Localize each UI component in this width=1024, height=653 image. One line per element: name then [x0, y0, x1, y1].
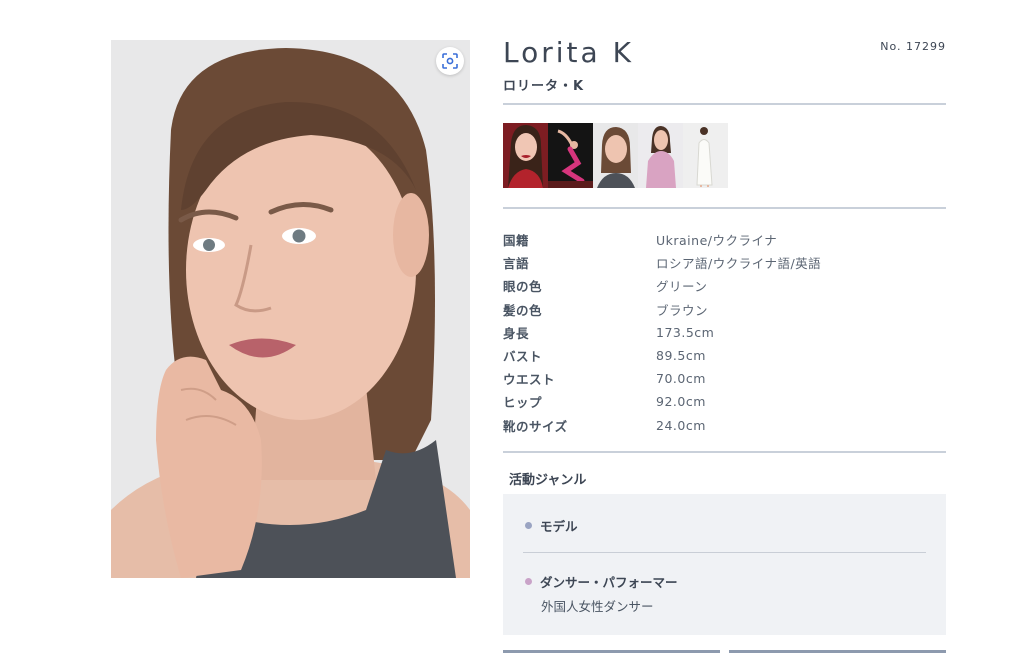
- profile-value: 70.0cm: [656, 371, 706, 387]
- thumbnail-1[interactable]: [503, 123, 548, 188]
- genre-label: モデル: [540, 519, 578, 534]
- profile-label: 言語: [503, 256, 530, 272]
- model-number: No. 17299: [880, 40, 946, 53]
- thumbnail-3[interactable]: [593, 123, 638, 188]
- profile-label: 髪の色: [503, 302, 543, 318]
- profile-row-waist: ウエスト 70.0cm: [503, 367, 946, 390]
- divider-top: [503, 103, 946, 105]
- profile-value: ブラウン: [656, 302, 709, 318]
- thumbnail-2[interactable]: [548, 123, 593, 188]
- profile-label: 国籍: [503, 233, 530, 249]
- profile-label: 身長: [503, 325, 530, 341]
- portrait-illustration: [111, 40, 470, 578]
- thumbnail-5[interactable]: [683, 123, 728, 188]
- profile-row-hip: ヒップ 92.0cm: [503, 390, 946, 413]
- profile-value: ロシア語/ウクライナ語/英語: [656, 256, 822, 272]
- profile-row-hair-color: 髪の色 ブラウン: [503, 298, 946, 321]
- model-name-japanese: ロリータ・K: [503, 79, 585, 94]
- profile-value: 173.5cm: [656, 324, 715, 340]
- thumbnail-gallery: [503, 123, 728, 188]
- profile-label: ウエスト: [503, 372, 556, 388]
- profile-row-height: 身長 173.5cm: [503, 321, 946, 344]
- profile-row-language: 言語 ロシア語/ウクライナ語/英語: [503, 251, 946, 274]
- profile-label: ヒップ: [503, 395, 543, 411]
- bullet-dot-icon: [525, 578, 532, 585]
- profile-row-nationality: 国籍 Ukraine/ウクライナ: [503, 228, 946, 251]
- genre-item-model[interactable]: モデル: [525, 516, 578, 535]
- profile-value: 89.5cm: [656, 348, 706, 364]
- model-name-english: Lorita K: [503, 36, 634, 69]
- divider-thumbs: [503, 207, 946, 209]
- model-profile-page: Lorita K ロリータ・K No. 17299 国籍 Ukraine/ウクラ…: [0, 0, 1024, 653]
- focus-scan-icon: [442, 53, 458, 69]
- main-portrait-photo[interactable]: [111, 40, 470, 578]
- profile-details: 国籍 Ukraine/ウクライナ 言語 ロシア語/ウクライナ語/英語 眼の色 グ…: [503, 228, 946, 437]
- profile-row-bust: バスト 89.5cm: [503, 344, 946, 367]
- zoom-button[interactable]: [436, 47, 464, 75]
- profile-row-eye-color: 眼の色 グリーン: [503, 274, 946, 297]
- profile-value: 24.0cm: [656, 417, 706, 433]
- profile-value: Ukraine/ウクライナ: [656, 233, 778, 249]
- genre-item-dancer[interactable]: ダンサー・パフォーマー: [525, 572, 678, 591]
- profile-label: 眼の色: [503, 279, 543, 295]
- genre-sub-label: 外国人女性ダンサー: [541, 599, 654, 614]
- profile-row-shoe-size: 靴のサイズ 24.0cm: [503, 414, 946, 437]
- genre-heading: 活動ジャンル: [509, 473, 587, 488]
- divider-profile: [503, 451, 946, 453]
- bullet-dot-icon: [525, 522, 532, 529]
- profile-label: バスト: [503, 349, 543, 365]
- profile-value: グリーン: [656, 279, 708, 295]
- genre-divider: [523, 552, 926, 553]
- thumbnail-4[interactable]: [638, 123, 683, 188]
- genre-label: ダンサー・パフォーマー: [540, 575, 678, 590]
- profile-label: 靴のサイズ: [503, 418, 568, 434]
- profile-value: 92.0cm: [656, 394, 706, 410]
- genre-panel: モデル ダンサー・パフォーマー 外国人女性ダンサー: [503, 494, 946, 635]
